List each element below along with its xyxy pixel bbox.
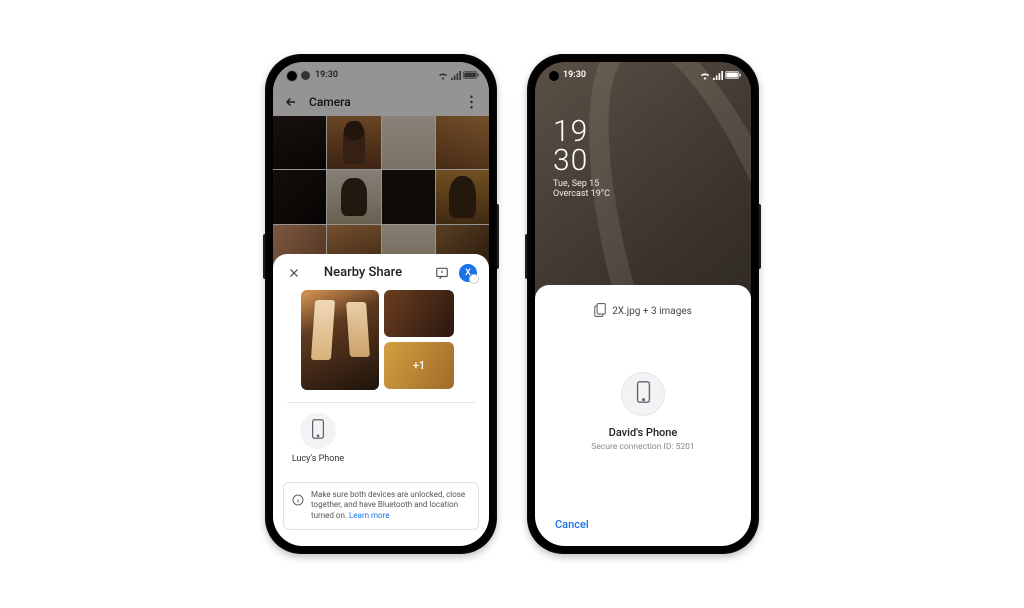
- photo-thumb[interactable]: [382, 170, 435, 223]
- clock-minutes: 30: [553, 147, 610, 176]
- photo-thumb[interactable]: [273, 170, 326, 223]
- connection-id: Secure connection ID: 5201: [591, 442, 694, 452]
- wifi-icon: [699, 71, 711, 80]
- back-icon[interactable]: [283, 94, 299, 110]
- device-circle: [300, 413, 336, 449]
- learn-more-link[interactable]: Learn more: [349, 511, 389, 520]
- photo-thumb[interactable]: [273, 116, 326, 169]
- sheet-header: Nearby Share X: [273, 254, 489, 288]
- account-avatar[interactable]: X: [459, 264, 477, 282]
- wifi-icon: [437, 71, 449, 80]
- photo-thumb[interactable]: [327, 170, 380, 223]
- preview-small[interactable]: [384, 290, 454, 337]
- phone-receiver: 19:30 19 30 Tue, Sep 15 Overcast 19°C 2X…: [527, 54, 759, 554]
- status-bar: 19:30: [535, 62, 751, 88]
- share-target[interactable]: Lucy's Phone: [287, 413, 349, 464]
- phone-icon: [311, 419, 325, 443]
- info-banner: Make sure both devices are unlocked, clo…: [283, 482, 479, 530]
- front-camera: [287, 71, 297, 81]
- divider: [287, 402, 475, 403]
- power-button: [497, 204, 499, 269]
- lockscreen-clock: 19 30 Tue, Sep 15 Overcast 19°C: [553, 118, 610, 199]
- nearby-share-sheet: Nearby Share X +1: [273, 254, 489, 546]
- file-summary-row: 2X.jpg + 3 images: [549, 303, 737, 320]
- status-time: 19:30: [563, 70, 586, 80]
- screen: Camera 19:30: [273, 62, 489, 546]
- clock-date: Tue, Sep 15: [553, 179, 610, 189]
- status-time: 19:30: [315, 70, 338, 80]
- photo-thumb[interactable]: [327, 116, 380, 169]
- photo-thumb[interactable]: [436, 116, 489, 169]
- actions-row: Cancel: [549, 505, 737, 536]
- share-targets: Lucy's Phone: [273, 413, 489, 482]
- file-summary: 2X.jpg + 3 images: [612, 306, 692, 317]
- target-label: Lucy's Phone: [292, 454, 344, 464]
- signal-icon: [713, 71, 723, 80]
- clock-weather: Overcast 19°C: [553, 189, 610, 199]
- preview-large[interactable]: [301, 290, 379, 390]
- status-app-icon: [301, 71, 310, 80]
- gallery-header: Camera: [273, 88, 489, 116]
- phone-sender: Camera 19:30: [265, 54, 497, 554]
- photo-thumb[interactable]: [436, 170, 489, 223]
- phone-icon: [636, 381, 651, 407]
- gallery-title: Camera: [309, 95, 351, 109]
- battery-icon: [725, 71, 741, 79]
- sender-avatar: [621, 372, 665, 416]
- more-count: +1: [413, 359, 425, 372]
- sheet-title: Nearby Share: [301, 265, 425, 280]
- battery-icon: [463, 71, 479, 79]
- sender-block: David's Phone Secure connection ID: 5201: [549, 320, 737, 505]
- feedback-icon[interactable]: [433, 264, 451, 282]
- more-icon[interactable]: [463, 94, 479, 110]
- cancel-button[interactable]: Cancel: [555, 518, 589, 531]
- screen: 19:30 19 30 Tue, Sep 15 Overcast 19°C 2X…: [535, 62, 751, 546]
- front-camera: [549, 71, 559, 81]
- selected-previews: +1: [273, 288, 489, 402]
- sender-name: David's Phone: [609, 426, 678, 439]
- info-icon: [292, 491, 304, 510]
- signal-icon: [451, 71, 461, 80]
- preview-more[interactable]: +1: [384, 342, 454, 389]
- status-bar: 19:30: [273, 62, 489, 88]
- info-text: Make sure both devices are unlocked, clo…: [311, 490, 470, 522]
- receive-sheet: 2X.jpg + 3 images David's Phone Secure c…: [535, 285, 751, 546]
- copy-icon: [594, 303, 606, 320]
- photo-thumb[interactable]: [382, 116, 435, 169]
- power-button: [759, 204, 761, 269]
